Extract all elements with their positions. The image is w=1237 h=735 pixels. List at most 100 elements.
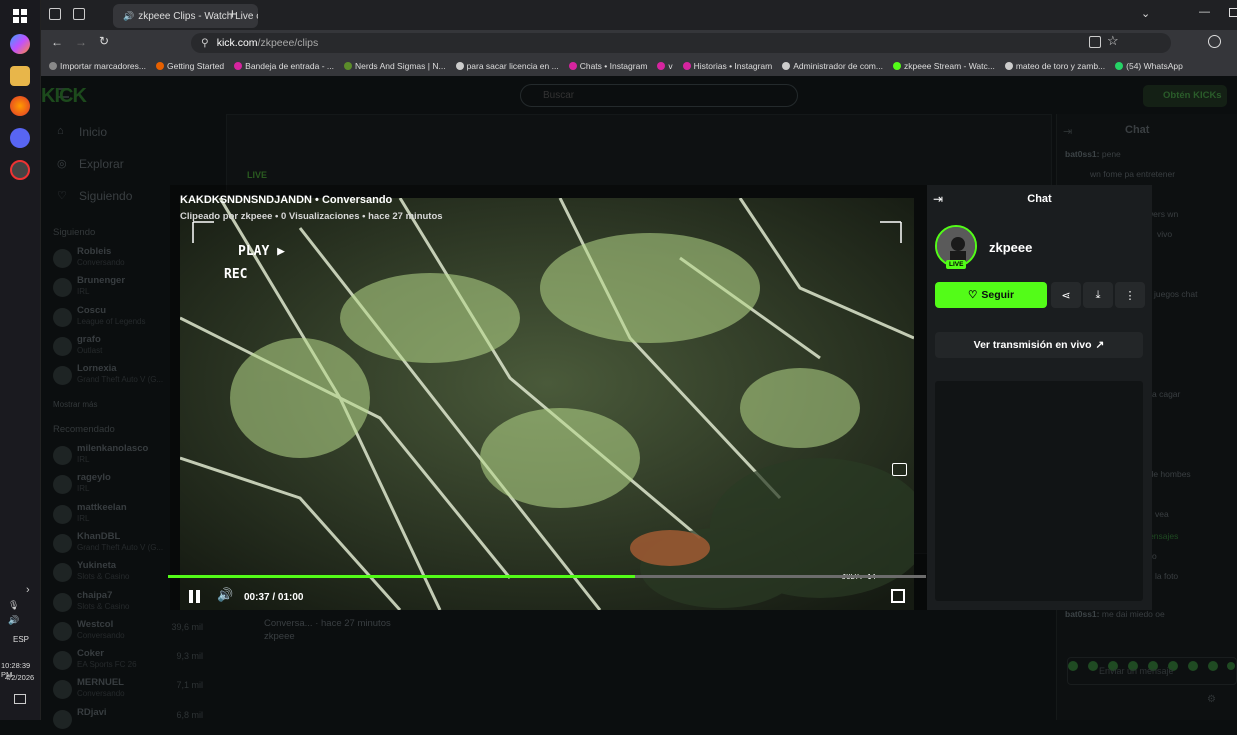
chevron-down-icon[interactable]: ⌄ <box>1141 7 1150 20</box>
channel-row[interactable]: RDjavi 6,8 mil <box>53 707 213 735</box>
reader-view-icon[interactable] <box>1089 36 1101 48</box>
channel-category: IRL <box>77 513 90 523</box>
channel-category: Conversando <box>77 258 125 267</box>
volume-icon[interactable]: 🔊 <box>8 615 19 626</box>
account-icon[interactable] <box>1208 35 1221 48</box>
sidebar-toggle-icon[interactable] <box>73 8 85 20</box>
back-icon[interactable]: ← <box>51 35 63 49</box>
firefox-icon[interactable] <box>10 96 30 116</box>
bookmark-item[interactable]: para sacar licencia en ... <box>455 61 559 71</box>
windows-start-icon[interactable] <box>10 6 30 26</box>
channel-row[interactable]: MERNUEL Conversando 7,1 mil <box>53 677 213 705</box>
channel-category: Slots & Casino <box>77 572 130 582</box>
forward-icon[interactable]: → <box>75 35 87 49</box>
bookmark-icon <box>1115 62 1124 70</box>
clip-video-player[interactable]: PLAY ▶ REC JULY. 14 <box>180 198 914 610</box>
app-icon[interactable] <box>10 160 30 180</box>
channel-avatar <box>53 446 72 465</box>
bookmark-icon <box>568 62 577 70</box>
chat-text: juegos chat <box>1154 289 1198 299</box>
channel-category: EA Sports FC 26 <box>77 660 137 670</box>
clock-date[interactable]: 4/2/2026 <box>5 673 34 682</box>
bookmark-item[interactable]: v <box>657 61 673 71</box>
chat-username[interactable]: bat0ss1: <box>1065 149 1100 159</box>
bookmark-item[interactable]: Chats • Instagram <box>568 61 648 71</box>
bookmark-label: Getting Started <box>166 61 225 71</box>
settings-icon[interactable]: ⚙ <box>1207 694 1216 705</box>
clip-chat-panel: ⇥ Chat LIVE zkpeee ♡ Seguir ⋖ ⤓ ⋮ Ver tr… <box>927 185 1152 610</box>
bookmark-label: Chats • Instagram <box>579 61 648 71</box>
bookmark-item[interactable]: Getting Started <box>155 61 225 71</box>
chat-text: vivo <box>1157 229 1173 239</box>
bg-chat-message: vea <box>1155 509 1169 519</box>
kick-logo[interactable]: KICK <box>41 85 87 108</box>
pip-icon[interactable] <box>892 463 907 476</box>
bg-chat-message: bat0ss1: me dai miedo oe <box>1065 609 1165 619</box>
search-input[interactable]: Buscar <box>520 84 798 107</box>
watch-live-button[interactable]: Ver transmisión en vivo ↗ <box>935 332 1143 358</box>
pause-icon[interactable] <box>189 590 193 603</box>
bookmark-item[interactable]: Historias • Instagram <box>682 61 772 71</box>
channel-name: MERNUEL <box>77 677 124 689</box>
channel-row[interactable]: Coker EA Sports FC 26 9,3 mil <box>53 648 213 676</box>
chat-text: o <box>1152 551 1157 561</box>
speaker-icon[interactable]: 🔊 <box>123 11 134 22</box>
clipped-by-user[interactable]: zkpeee <box>241 211 273 222</box>
streamer-name[interactable]: zkpeee <box>989 240 1032 255</box>
bookmark-star-icon[interactable]: ☆ <box>1107 33 1119 49</box>
collapse-chat-icon[interactable]: ⇥ <box>1063 125 1072 138</box>
site-info-icon[interactable]: ⚲ <box>201 37 209 49</box>
channel-name: Brunenger <box>77 275 126 287</box>
copilot-icon[interactable] <box>10 34 30 54</box>
more-options-icon[interactable]: ⋮ <box>1115 282 1145 308</box>
maximize-icon[interactable] <box>1229 8 1237 17</box>
language-indicator[interactable]: ESP <box>13 635 29 644</box>
nav-following[interactable]: Siguiendo <box>79 189 132 203</box>
channel-category: League of Legends <box>77 316 146 326</box>
url-bar[interactable]: ⚲ kick.com/zkpeee/clips <box>191 33 1171 53</box>
bg-chat-title: Chat <box>1125 124 1150 136</box>
clip-meta: Clipeado por zkpeee • 0 Visualizaciones … <box>180 211 443 222</box>
bg-clip-meta: Conversa... · hace 27 minutos <box>264 618 391 629</box>
channel-category: IRL <box>77 455 90 464</box>
channel-category: Outlast <box>77 345 103 355</box>
new-tab-icon[interactable]: + <box>228 6 237 23</box>
notifications-icon[interactable] <box>14 694 26 704</box>
bookmark-item[interactable]: Bandeja de entrada - ... <box>234 61 334 71</box>
bookmark-label: Bandeja de entrada - ... <box>245 61 334 71</box>
volume-icon[interactable]: 🔊 <box>217 587 233 603</box>
viewer-count: 6,8 mil <box>176 709 203 720</box>
channel-avatar <box>53 709 72 729</box>
compass-icon: ◎ <box>57 158 67 170</box>
follow-label: Seguir <box>981 289 1015 301</box>
nav-explore[interactable]: Explorar <box>79 157 124 171</box>
home-icon: ⌂ <box>57 125 64 137</box>
chevron-right-icon[interactable]: › <box>26 584 30 596</box>
bookmark-item[interactable]: Nerds And Sigmas | N... <box>344 61 446 71</box>
bookmark-item[interactable]: (54) WhatsApp <box>1115 61 1183 71</box>
channel-row[interactable]: Westcol Conversando 39,6 mil <box>53 619 213 647</box>
chat-username[interactable]: bat0ss1: <box>1065 609 1100 619</box>
download-icon[interactable]: ⤓ <box>1083 282 1113 308</box>
bookmark-item[interactable]: Importar marcadores... <box>49 61 146 71</box>
minimize-icon[interactable]: — <box>1199 6 1210 18</box>
discord-icon[interactable] <box>10 128 30 148</box>
bookmark-item[interactable]: Administrador de com... <box>782 61 883 71</box>
show-more-link[interactable]: Mostrar más <box>53 400 97 409</box>
tab-overview-icon[interactable] <box>49 8 61 20</box>
file-explorer-icon[interactable] <box>10 66 30 86</box>
mic-icon[interactable]: 🎙 <box>8 600 19 611</box>
share-icon[interactable]: ⋖ <box>1051 282 1081 308</box>
nav-home[interactable]: Inicio <box>79 125 107 139</box>
url-path: /zkpeee/clips <box>257 37 319 49</box>
fullscreen-icon[interactable] <box>891 589 905 603</box>
bookmark-item[interactable]: zkpeee Stream - Watc... <box>892 61 995 71</box>
follow-button[interactable]: ♡ Seguir <box>935 282 1047 308</box>
reload-icon[interactable]: ↻ <box>99 34 109 48</box>
get-kicks-button[interactable]: Obtén KICKs <box>1143 85 1227 107</box>
bookmark-item[interactable]: mateo de toro y zamb... <box>1004 61 1105 71</box>
channel-name: KhanDBL <box>77 530 121 542</box>
bg-chat-input[interactable]: Enviar un mensaje <box>1067 657 1237 685</box>
clipped-by-label: Clipeado por <box>180 211 239 222</box>
channel-avatar <box>53 621 72 641</box>
